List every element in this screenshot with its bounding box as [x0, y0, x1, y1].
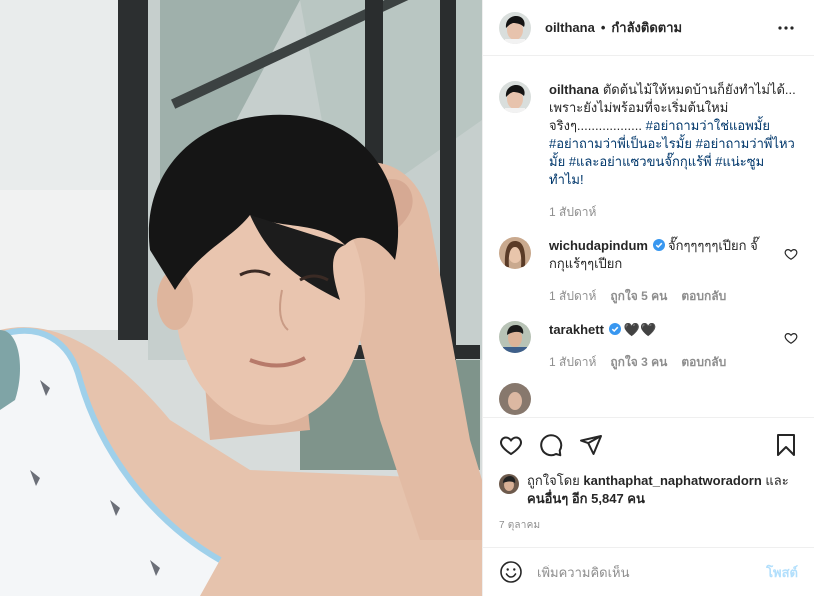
hashtag-link[interactable]: #อย่าถามว่าพี่เป็นอะไรมั้ย — [549, 136, 692, 151]
selfie-image — [0, 0, 482, 596]
commenter-avatar[interactable] — [499, 321, 531, 353]
author-avatar[interactable] — [499, 11, 531, 44]
comment-text: 🖤🖤 — [623, 322, 657, 337]
liked-by-prefix: ถูกใจโดย — [527, 473, 580, 488]
reply-button[interactable]: ตอบกลับ — [681, 287, 726, 305]
save-bookmark-icon[interactable] — [774, 433, 798, 457]
liked-by-and: และ — [765, 473, 789, 488]
add-comment-bar: โพสต์ — [483, 547, 814, 596]
post-photo[interactable] — [0, 0, 482, 596]
liker-username-link[interactable]: kanthaphat_naphatworadorn — [583, 473, 761, 488]
comment-likes-count[interactable]: ถูกใจ 5 คน — [610, 287, 667, 305]
comment-bubble-icon[interactable] — [539, 433, 563, 457]
like-heart-icon[interactable] — [499, 433, 523, 457]
caption-username-link[interactable]: oilthana — [549, 82, 599, 97]
emoji-smiley-icon[interactable] — [499, 560, 523, 584]
commenter-username-link[interactable]: wichudapindum — [549, 238, 648, 253]
commenter-avatar[interactable] — [499, 237, 531, 269]
post-date[interactable]: 7 ตุลาคม — [483, 518, 814, 533]
following-button[interactable]: กำลังติดตาม — [611, 17, 682, 38]
commenter-username-link[interactable]: tarakhett — [549, 322, 604, 337]
comment-like-heart-icon[interactable] — [784, 247, 798, 261]
hashtag-link[interactable]: #และอย่าแซวขนจั๊กกุแร้พี่ — [569, 154, 712, 169]
comment-item: wichudapindum จั๊กๆๆๆๆๆเปียก จั๊กกุแร้ๆๆเ… — [499, 237, 798, 305]
post-comment-button[interactable]: โพสต์ — [766, 562, 798, 583]
comment-item: tarakhett 🖤🖤 1 สัปดาห์ ถูกใจ 3 คน ตอบกลับ — [499, 321, 798, 371]
verified-badge-icon — [652, 239, 665, 251]
instagram-post-modal: oilthana • กำลังติดตาม oilthana ตัดต้นไม้… — [0, 0, 814, 596]
caption: oilthana ตัดต้นไม้ให้หมดบ้านก็ยังทำไม่ได้… — [499, 81, 798, 221]
comment-time[interactable]: 1 สัปดาห์ — [549, 287, 596, 305]
comment-like-heart-icon[interactable] — [784, 331, 798, 345]
post-header: oilthana • กำลังติดตาม — [483, 0, 814, 56]
liker-avatar[interactable] — [499, 474, 519, 494]
comment-time[interactable]: 1 สัปดาห์ — [549, 353, 596, 371]
other-likers-link[interactable]: คนอื่นๆ อีก 5,847 คน — [527, 491, 645, 506]
hashtag-link[interactable]: #อย่าถามว่าใช่แอพมั้ย — [646, 118, 770, 133]
comment-input[interactable] — [537, 564, 767, 580]
comment-item-partial — [499, 383, 798, 415]
commenter-avatar[interactable] — [499, 383, 531, 415]
header-separator: • — [600, 20, 606, 35]
liked-by-line: ถูกใจโดย kanthaphat_naphatworadorn และ ค… — [483, 472, 814, 508]
reply-button[interactable]: ตอบกลับ — [681, 353, 726, 371]
post-actions-section: ถูกใจโดย kanthaphat_naphatworadorn และ ค… — [483, 417, 814, 533]
action-bar — [483, 418, 814, 472]
share-paper-plane-icon[interactable] — [579, 433, 603, 457]
caption-time[interactable]: 1 สัปดาห์ — [549, 203, 596, 221]
verified-badge-icon — [608, 323, 621, 335]
author-username-link[interactable]: oilthana — [545, 20, 595, 35]
author-avatar[interactable] — [499, 81, 531, 113]
comments-list[interactable]: oilthana ตัดต้นไม้ให้หมดบ้านก็ยังทำไม่ได้… — [483, 57, 814, 417]
comment-likes-count[interactable]: ถูกใจ 3 คน — [610, 353, 667, 371]
post-sidebar: oilthana • กำลังติดตาม oilthana ตัดต้นไม้… — [482, 0, 814, 596]
more-options-icon[interactable] — [774, 16, 798, 40]
